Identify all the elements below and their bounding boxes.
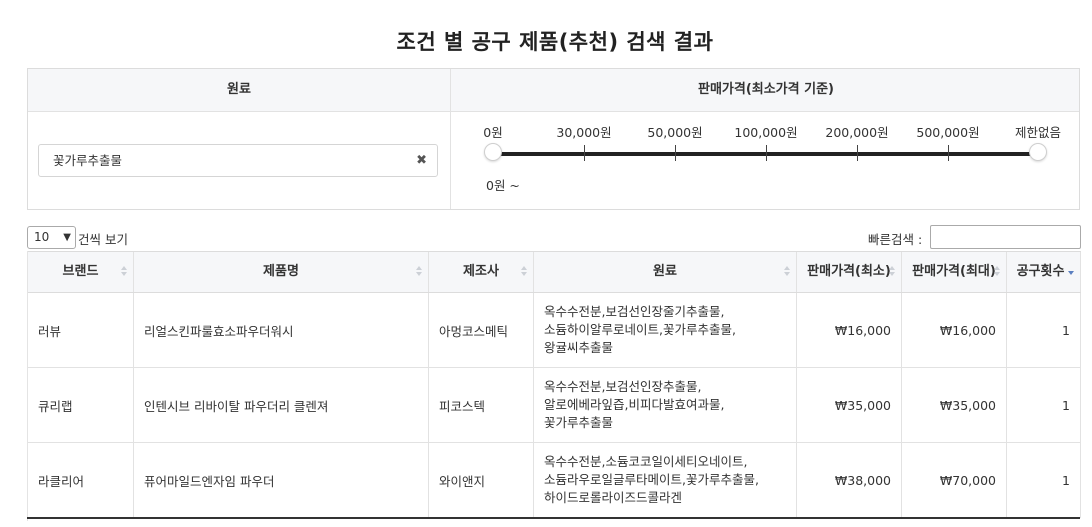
price-tick-mark: [857, 145, 858, 161]
page-length-label: 건씩 보기: [78, 232, 128, 247]
table-bottom-border: [27, 517, 1080, 519]
material-line: 알로에베라잎즙,비피다발효여과물,: [544, 397, 725, 412]
table-row[interactable]: 러뷰 리얼스킨파룰효소파우더워시 아멍코스메틱 옥수수전분,보검선인장줄기추출물…: [28, 293, 1081, 368]
material-filter-input[interactable]: 꽃가루추출물 ✖: [38, 144, 438, 177]
cell-brand: 큐리랩: [28, 368, 134, 442]
column-header-label: 제품명: [263, 264, 299, 279]
price-tick-mark: [584, 145, 585, 161]
quick-search-label: 빠른검색 :: [868, 232, 923, 247]
material-line: 옥수수전분,보검선인장추출물,: [544, 379, 702, 394]
material-line: 소듐하이알루로네이트,꽃가루추출물,: [544, 322, 736, 337]
sort-icon: [784, 266, 790, 278]
price-slider-max-handle[interactable]: [1029, 143, 1047, 161]
price-tick-label: 0원: [483, 125, 503, 140]
cell-price-max: ₩35,000: [902, 368, 1007, 442]
cell-price-max: ₩70,000: [902, 443, 1007, 517]
price-tick-mark: [948, 145, 949, 161]
cell-material: 옥수수전분,보검선인장줄기추출물, 소듐하이알루로네이트,꽃가루추출물, 왕귤씨…: [534, 293, 797, 367]
sort-icon: [521, 266, 527, 278]
cell-count: 1: [1007, 368, 1081, 442]
clear-icon[interactable]: ✖: [416, 145, 427, 176]
cell-product: 리얼스킨파룰효소파우더워시: [134, 293, 429, 367]
column-header-label: 판매가격(최소): [807, 264, 891, 279]
price-tick-label: 500,000원: [916, 125, 980, 140]
cell-count: 1: [1007, 443, 1081, 517]
column-header-material[interactable]: 원료: [534, 252, 797, 292]
column-header-product[interactable]: 제품명: [134, 252, 429, 292]
cell-maker: 와이앤지: [429, 443, 534, 517]
material-filter-header: 원료: [227, 82, 251, 97]
price-tick-mark: [675, 145, 676, 161]
filter-panel: 원료 판매가격(최소가격 기준) 꽃가루추출물 ✖ 0원 30,000원 50,…: [27, 68, 1080, 210]
column-header-label: 공구횟수: [1016, 264, 1065, 279]
price-tick-label: 100,000원: [734, 125, 798, 140]
cell-product: 인텐시브 리바이탈 파우더리 클렌져: [134, 368, 429, 442]
material-line: 옥수수전분,소듐코코일이세티오네이트,: [544, 454, 748, 469]
cell-product: 퓨어마일드엔자임 파우더: [134, 443, 429, 517]
column-header-label: 원료: [653, 264, 677, 279]
column-header-label: 제조사: [463, 264, 499, 279]
chevron-down-icon: ▼: [63, 232, 71, 243]
price-tick-label: 50,000원: [647, 125, 703, 140]
column-header-brand[interactable]: 브랜드: [28, 252, 134, 292]
sort-icon: [121, 266, 127, 278]
cell-material: 옥수수전분,소듐코코일이세티오네이트, 소듐라우로일글루타메이트,꽃가루추출물,…: [534, 443, 797, 517]
cell-price-max: ₩16,000: [902, 293, 1007, 367]
cell-brand: 러뷰: [28, 293, 134, 367]
filter-divider: [450, 111, 451, 209]
quick-search-input[interactable]: [930, 225, 1081, 249]
sort-icon: [416, 266, 422, 278]
price-tick-label: 제한없음: [1014, 125, 1062, 140]
material-line: 왕귤씨추출물: [544, 340, 614, 355]
price-range-readout: 0원 ~: [486, 178, 520, 193]
cell-price-min: ₩16,000: [797, 293, 902, 367]
material-line: 하이드로롤라이즈드콜라겐: [544, 490, 683, 505]
column-header-price-max[interactable]: 판매가격(최대): [902, 252, 1007, 292]
cell-count: 1: [1007, 293, 1081, 367]
table-header: 브랜드 제품명 제조사 원료 판매가격(최소) 판매가격(최대) 공구횟수: [28, 251, 1081, 293]
cell-price-min: ₩35,000: [797, 368, 902, 442]
page-length-value: 10: [34, 230, 50, 244]
column-header-count[interactable]: 공구횟수: [1007, 252, 1081, 292]
column-header-maker[interactable]: 제조사: [429, 252, 534, 292]
sort-icon: [994, 266, 1000, 278]
results-table: 브랜드 제품명 제조사 원료 판매가격(최소) 판매가격(최대) 공구횟수 러뷰…: [27, 251, 1081, 521]
cell-price-min: ₩38,000: [797, 443, 902, 517]
price-tick-label: 30,000원: [556, 125, 612, 140]
price-slider-min-handle[interactable]: [484, 143, 502, 161]
column-header-price-min[interactable]: 판매가격(최소): [797, 252, 902, 292]
filter-header: 원료 판매가격(최소가격 기준): [28, 69, 1079, 112]
material-line: 옥수수전분,보검선인장줄기추출물,: [544, 304, 725, 319]
page-length-select[interactable]: 10 ▼: [27, 226, 76, 249]
cell-brand: 라클리어: [28, 443, 134, 517]
sort-desc-icon: [1068, 266, 1074, 278]
price-tick-label: 200,000원: [825, 125, 889, 140]
cell-maker: 피코스텍: [429, 368, 534, 442]
price-tick-mark: [766, 145, 767, 161]
price-filter-header: 판매가격(최소가격 기준): [450, 69, 1081, 111]
cell-material: 옥수수전분,보검선인장추출물, 알로에베라잎즙,비피다발효여과물, 꽃가루추출물: [534, 368, 797, 442]
material-filter-value: 꽃가루추출물: [53, 153, 123, 168]
column-header-label: 브랜드: [62, 264, 99, 279]
table-row[interactable]: 큐리랩 인텐시브 리바이탈 파우더리 클렌져 피코스텍 옥수수전분,보검선인장추…: [28, 368, 1081, 443]
material-line: 꽃가루추출물: [544, 415, 614, 430]
material-line: 소듐라우로일글루타메이트,꽃가루추출물,: [544, 472, 759, 487]
sort-icon: [889, 266, 895, 278]
column-header-label: 판매가격(최대): [912, 264, 996, 279]
page-title: 조건 별 공구 제품(추천) 검색 결과: [396, 30, 714, 54]
cell-maker: 아멍코스메틱: [429, 293, 534, 367]
table-row[interactable]: 라클리어 퓨어마일드엔자임 파우더 와이앤지 옥수수전분,소듐코코일이세티오네이…: [28, 443, 1081, 518]
